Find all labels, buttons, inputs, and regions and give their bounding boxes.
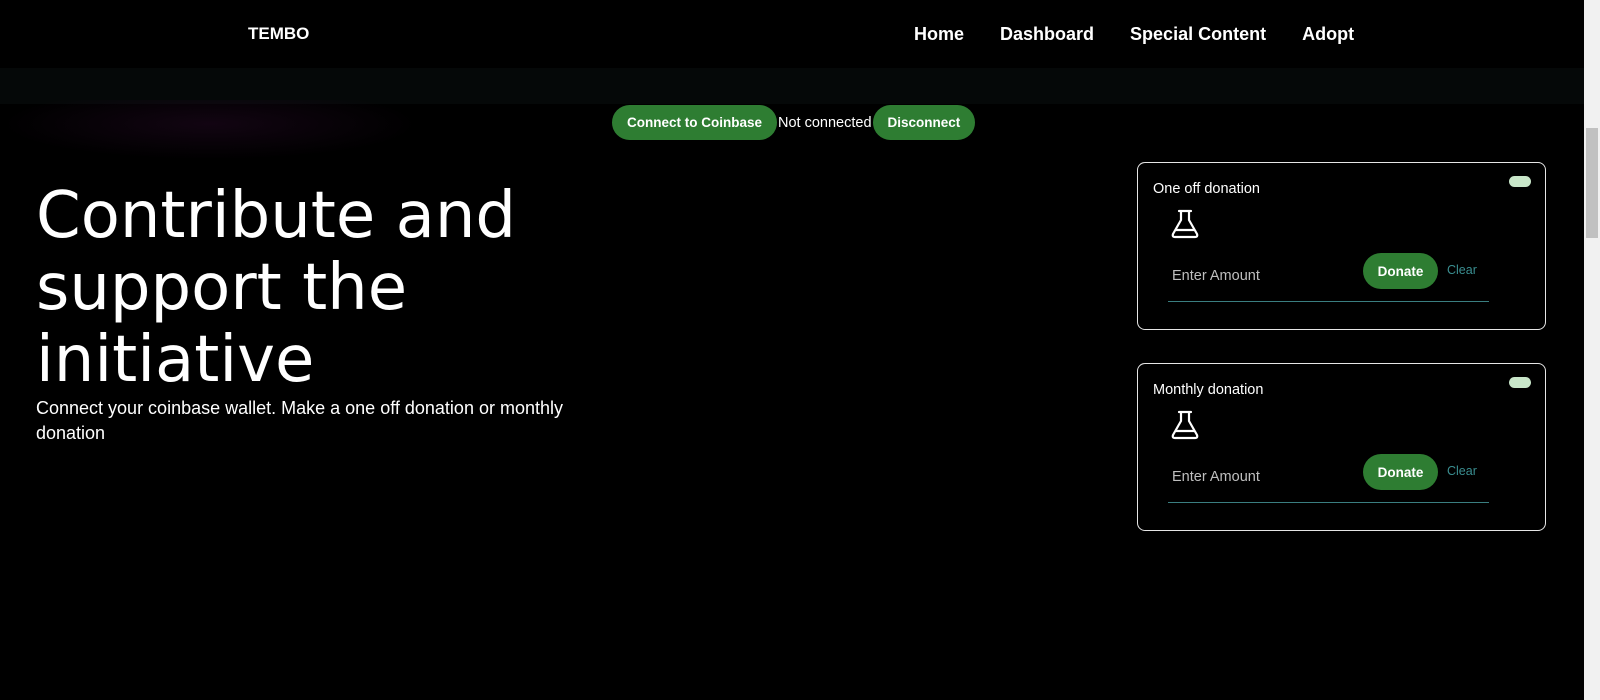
disconnect-button[interactable]: Disconnect — [872, 105, 976, 140]
amount-row: Donate Clear — [1168, 454, 1489, 503]
background-glow — [0, 100, 420, 160]
nav-links: Home Dashboard Special Content Adopt — [914, 24, 1354, 45]
nav-link-special-content[interactable]: Special Content — [1130, 24, 1266, 45]
amount-row: Donate Clear — [1168, 253, 1489, 302]
flask-icon — [1171, 209, 1199, 239]
scrollbar-thumb[interactable] — [1586, 128, 1598, 238]
page-scrollbar[interactable] — [1584, 0, 1600, 700]
monthly-donation-card: Monthly donation Donate Clear — [1137, 363, 1546, 531]
clear-button[interactable]: Clear — [1447, 263, 1477, 277]
clear-button[interactable]: Clear — [1447, 464, 1477, 478]
connection-status: Not connected — [778, 114, 872, 131]
card-toggle[interactable] — [1509, 176, 1531, 187]
card-toggle[interactable] — [1509, 377, 1531, 388]
hero-title: Contribute and support the initiative — [36, 179, 516, 397]
donate-button[interactable]: Donate — [1363, 454, 1438, 490]
card-title: One off donation — [1153, 181, 1260, 197]
connect-coinbase-button[interactable]: Connect to Coinbase — [612, 105, 778, 140]
donate-button[interactable]: Donate — [1363, 253, 1438, 289]
brand-logo[interactable]: TEMBO — [248, 24, 309, 44]
wallet-connect-row: Connect to Coinbase Not connected Discon… — [612, 105, 976, 140]
amount-input[interactable] — [1168, 462, 1366, 492]
sub-header-bar — [0, 68, 1584, 104]
flask-icon — [1171, 410, 1199, 440]
nav-link-adopt[interactable]: Adopt — [1302, 24, 1354, 45]
top-navbar: TEMBO Home Dashboard Special Content Ado… — [0, 0, 1584, 68]
nav-link-home[interactable]: Home — [914, 24, 964, 45]
page: TEMBO Home Dashboard Special Content Ado… — [0, 0, 1600, 700]
nav-link-dashboard[interactable]: Dashboard — [1000, 24, 1094, 45]
amount-input[interactable] — [1168, 261, 1366, 291]
one-off-donation-card: One off donation Donate Clear — [1137, 162, 1546, 330]
hero-subtitle: Connect your coinbase wallet. Make a one… — [36, 398, 563, 443]
card-title: Monthly donation — [1153, 382, 1264, 398]
